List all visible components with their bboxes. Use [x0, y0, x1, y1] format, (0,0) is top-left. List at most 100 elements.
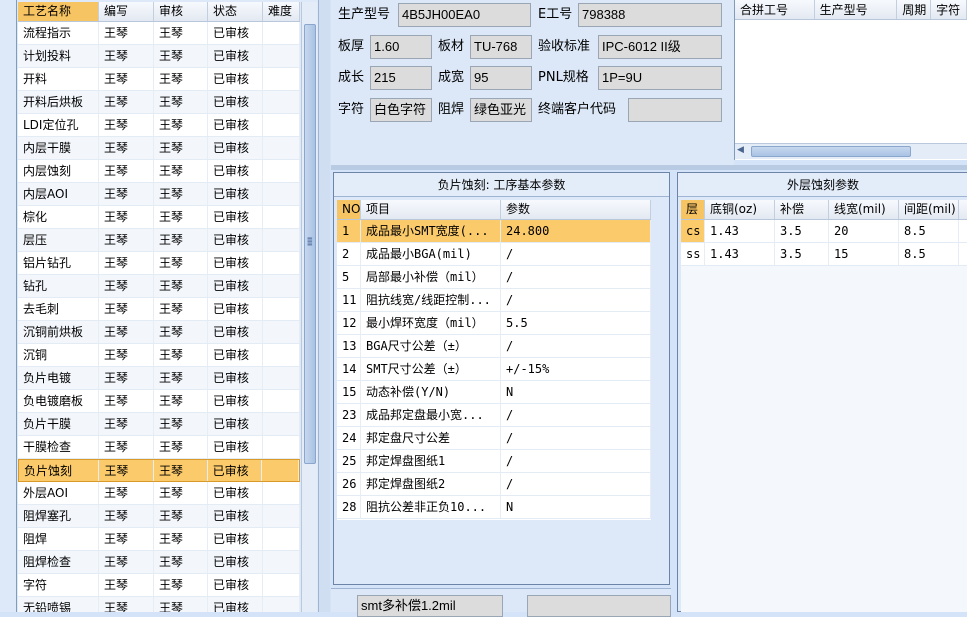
- process-row[interactable]: 外层AOI 王琴 王琴 已审核: [18, 482, 300, 505]
- cell-reviewer: 王琴: [154, 367, 208, 389]
- length-field[interactable]: 215: [370, 66, 432, 90]
- thickness-field[interactable]: 1.60: [370, 35, 432, 59]
- note-field[interactable]: smt多补偿1.2mil: [357, 595, 503, 617]
- process-row[interactable]: 内层干膜 王琴 王琴 已审核: [18, 137, 300, 160]
- cell-param: /: [501, 427, 651, 449]
- merge-grid-header: 合拼工号 生产型号 周期 字符: [735, 0, 967, 20]
- merge-col-job[interactable]: 合拼工号: [735, 0, 815, 19]
- silkscreen-field[interactable]: 白色字符: [370, 98, 432, 122]
- note-field-2[interactable]: [527, 595, 671, 617]
- param-row[interactable]: 13 BGA尺寸公差（±） /: [337, 335, 651, 358]
- e-no-field[interactable]: 798388: [578, 3, 722, 27]
- cell-status: 已审核: [208, 22, 263, 44]
- process-row[interactable]: 钻孔 王琴 王琴 已审核: [18, 275, 300, 298]
- horizontal-splitter[interactable]: [331, 165, 967, 170]
- process-row[interactable]: 开料 王琴 王琴 已审核: [18, 68, 300, 91]
- col-reviewer[interactable]: 审核: [154, 2, 208, 21]
- process-list-scrollbar[interactable]: ▬ ▬ ▬: [301, 2, 317, 612]
- cell-author: 王琴: [99, 183, 154, 205]
- col-author[interactable]: 编写: [99, 2, 154, 21]
- col-spacing[interactable]: 间距(mil): [899, 200, 959, 219]
- param-row[interactable]: 1 成品最小SMT宽度(... 24.800: [337, 220, 651, 243]
- layer-row[interactable]: ss 1.43 3.5 15 8.5: [681, 243, 967, 266]
- process-row[interactable]: 铝片钻孔 王琴 王琴 已审核: [18, 252, 300, 275]
- param-row[interactable]: 26 邦定焊盘图纸2/: [337, 473, 651, 496]
- process-row[interactable]: 无铅喷锡 王琴 王琴 已审核: [18, 597, 300, 612]
- process-row[interactable]: 沉铜前烘板 王琴 王琴 已审核: [18, 321, 300, 344]
- process-row[interactable]: 负片电镀 王琴 王琴 已审核: [18, 367, 300, 390]
- cell-process-name: 去毛刺: [18, 298, 99, 320]
- param-row[interactable]: 11 阻抗线宽/线距控制... /: [337, 289, 651, 312]
- process-row[interactable]: 内层蚀刻 王琴 王琴 已审核: [18, 160, 300, 183]
- col-process-name[interactable]: 工艺名称: [18, 2, 99, 21]
- soldermask-label: 阻焊: [438, 102, 465, 117]
- param-row[interactable]: 25 邦定焊盘图纸1/: [337, 450, 651, 473]
- outer-params-header: 层底铜(oz) 补偿 线宽(mil) 间距(mil): [681, 200, 967, 220]
- col-status[interactable]: 状态: [208, 2, 263, 21]
- vertical-splitter[interactable]: [318, 0, 330, 612]
- product-model-field[interactable]: 4B5JH00EA0: [398, 3, 531, 27]
- param-row[interactable]: 28 阻抗公差非正负10... N: [337, 496, 651, 519]
- cell-item: BGA尺寸公差（±）: [361, 335, 501, 357]
- col-base-copper[interactable]: 底铜(oz): [705, 200, 775, 219]
- process-row[interactable]: 去毛刺 王琴 王琴 已审核: [18, 298, 300, 321]
- process-table[interactable]: 工艺名称 编写 审核 状态 难度 流程指示 王琴 王琴 已审核 计划投料 王琴 王琴 已审核 开料 王琴王…: [18, 2, 300, 612]
- merge-col-silk[interactable]: 字符: [931, 0, 967, 19]
- process-row[interactable]: 阻焊塞孔 王琴 王琴 已审核: [18, 505, 300, 528]
- cell-param: 5.5: [501, 312, 651, 334]
- process-row[interactable]: 阻焊 王琴 王琴 已审核: [18, 528, 300, 551]
- process-row-selected[interactable]: 负片蚀刻 王琴 王琴 已审核: [18, 459, 300, 482]
- merge-grid-hscroll[interactable]: ◀: [735, 143, 967, 159]
- cell-author: 王琴: [99, 390, 154, 412]
- merge-col-model[interactable]: 生产型号: [815, 0, 898, 19]
- material-field[interactable]: TU-768: [470, 35, 532, 59]
- col-line-width[interactable]: 线宽(mil): [829, 200, 899, 219]
- process-row[interactable]: 负电镀磨板 王琴 王琴 已审核: [18, 390, 300, 413]
- cell-item: 局部最小补偿（mil）: [361, 266, 501, 288]
- param-row[interactable]: 2 成品最小BGA(mil) /: [337, 243, 651, 266]
- merge-job-grid[interactable]: 合拼工号 生产型号 周期 字符 ◀: [734, 0, 967, 160]
- param-row[interactable]: 23 成品邦定盘最小宽... /: [337, 404, 651, 427]
- col-compensation[interactable]: 补偿: [775, 200, 829, 219]
- process-row[interactable]: 内层AOI 王琴 王琴 已审核: [18, 183, 300, 206]
- process-row[interactable]: 计划投料 王琴 王琴 已审核: [18, 45, 300, 68]
- outer-params-grid[interactable]: 层底铜(oz) 补偿 线宽(mil) 间距(mil) cs 1.43 3.5 20 8.5 ss…: [681, 200, 967, 612]
- standard-field[interactable]: IPC-6012 II级: [598, 35, 722, 59]
- process-row[interactable]: 字符 王琴 王琴 已审核: [18, 574, 300, 597]
- process-row[interactable]: LDI定位孔 王琴 王琴 已审核: [18, 114, 300, 137]
- cell-author: 王琴: [99, 413, 154, 435]
- col-difficulty[interactable]: 难度: [263, 2, 300, 21]
- soldermask-field[interactable]: 绿色亚光: [470, 98, 532, 122]
- process-row[interactable]: 干膜检查 王琴 王琴 已审核: [18, 436, 300, 459]
- process-row[interactable]: 层压 王琴 王琴 已审核: [18, 229, 300, 252]
- param-row[interactable]: 5 局部最小补偿（mil） /: [337, 266, 651, 289]
- merge-col-period[interactable]: 周期: [897, 0, 932, 19]
- process-row[interactable]: 棕化 王琴 王琴 已审核: [18, 206, 300, 229]
- process-row[interactable]: 阻焊检查 王琴 王琴 已审核: [18, 551, 300, 574]
- cell-status: 已审核: [208, 91, 263, 113]
- cell-reviewer: 王琴: [154, 528, 208, 550]
- col-item[interactable]: 项目: [361, 200, 501, 219]
- cell-process-name: 内层蚀刻: [18, 160, 99, 182]
- width-field[interactable]: 95: [470, 66, 532, 90]
- hscroll-thumb[interactable]: [751, 146, 911, 157]
- standard-label: 验收标准: [538, 39, 591, 54]
- col-layer[interactable]: 层: [681, 200, 705, 219]
- scroll-left-icon[interactable]: ◀: [737, 145, 744, 155]
- process-row[interactable]: 流程指示 王琴 王琴 已审核: [18, 22, 300, 45]
- process-row[interactable]: 沉铜 王琴 王琴 已审核: [18, 344, 300, 367]
- param-row[interactable]: 14 SMT尺寸公差（±） +/-15%: [337, 358, 651, 381]
- param-row[interactable]: 15 动态补偿(Y/N) N: [337, 381, 651, 404]
- param-row[interactable]: 12 最小焊环宽度（mil） 5.5: [337, 312, 651, 335]
- customer-code-field[interactable]: [628, 98, 722, 122]
- param-row[interactable]: 24 邦定盘尺寸公差 /: [337, 427, 651, 450]
- process-row[interactable]: 开料后烘板 王琴 王琴 已审核: [18, 91, 300, 114]
- cell-status: 已审核: [208, 298, 263, 320]
- cell-reviewer: 王琴: [154, 551, 208, 573]
- col-param[interactable]: 参数: [501, 200, 651, 219]
- process-row[interactable]: 负片干膜 王琴 王琴 已审核: [18, 413, 300, 436]
- pnl-field[interactable]: 1P=9U: [598, 66, 722, 90]
- layer-row[interactable]: cs 1.43 3.5 20 8.5: [681, 220, 967, 243]
- col-no[interactable]: NO: [337, 200, 361, 219]
- basic-params-grid[interactable]: NO 项目 参数 1 成品最小SMT宽度(... 24.800 2 成品最小BGA(mil)…: [337, 200, 651, 520]
